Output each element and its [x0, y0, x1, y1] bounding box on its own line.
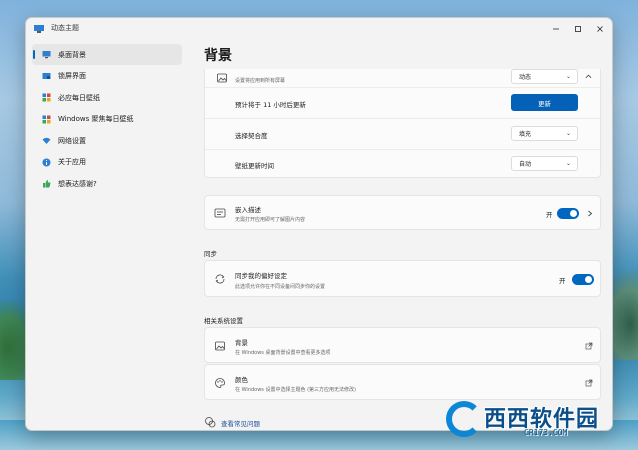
external-link-icon	[585, 342, 593, 350]
sidebar-item-label: 必应每日壁纸	[58, 93, 100, 102]
wifi-icon	[42, 137, 51, 144]
dropdown-value: 填充	[519, 131, 532, 138]
lock-screen-icon	[42, 72, 51, 79]
related-color-title: 颜色	[235, 376, 248, 384]
chevron-down-icon: ⌄	[565, 160, 571, 167]
sidebar-item-label: 锁屏界面	[58, 72, 86, 80]
sidebar-item-bing-wallpaper[interactable]: 必应每日壁纸	[32, 87, 182, 108]
sync-icon	[215, 274, 225, 284]
minimize-button[interactable]	[546, 21, 566, 37]
sidebar-item-spotlight-wallpaper[interactable]: Windows 聚焦每日壁纸	[32, 109, 182, 130]
embed-desc: 无需打开应用即可了解图片内容	[235, 217, 306, 223]
image-icon	[217, 73, 227, 83]
gallery-icon	[42, 115, 51, 123]
image-icon	[215, 341, 225, 351]
help-chat-icon	[205, 417, 216, 428]
caption-icon	[214, 208, 226, 218]
chevron-down-icon: ⌄	[565, 73, 571, 80]
thumbs-up-icon	[43, 179, 51, 188]
fit-row: 选择契合度 填充 ⌄	[205, 119, 600, 149]
embed-toggle-label: 开	[546, 211, 553, 219]
sidebar-item-about[interactable]: 关于应用	[32, 152, 182, 173]
watermark-subtext: CR173.COM	[524, 428, 568, 437]
related-color-desc: 在 Windows 设置中选择主题色 (第三方应用无法修改)	[235, 387, 356, 393]
chevron-down-icon: ⌄	[565, 130, 571, 137]
update-estimate-label: 预计将于 11 小时后更新	[235, 101, 306, 109]
fit-label: 选择契合度	[235, 132, 268, 140]
info-icon	[42, 158, 51, 166]
update-time-row: 壁纸更新时间 自动 ⌄	[205, 150, 600, 178]
sidebar-item-label: Windows 聚焦每日壁纸	[58, 115, 134, 123]
embed-title: 嵌入描述	[235, 206, 261, 214]
app-window: 动态主题 桌面背景 锁屏界面 必应每日壁纸 Windows 聚焦每日壁纸 网络设…	[25, 17, 613, 431]
main-content: 背景 设置将应用到所有屏幕 动态 ⌄ 预计将于 11 小时后更新 更新 选择契合…	[196, 42, 606, 430]
window-title: 动态主题	[51, 24, 79, 32]
watermark: 西西软件园 CR173.COM	[440, 395, 636, 447]
sidebar: 桌面背景 锁屏界面 必应每日壁纸 Windows 聚焦每日壁纸 网络设置 关于应…	[32, 44, 182, 195]
sync-section-label: 同步	[204, 250, 217, 258]
related-section-label: 相关系统设置	[204, 317, 243, 325]
sync-toggle[interactable]	[572, 274, 594, 285]
sidebar-item-lock-screen[interactable]: 锁屏界面	[32, 66, 182, 87]
related-background-desc: 在 Windows 桌面背景设置中查看更多选项	[235, 350, 331, 356]
maximize-button[interactable]	[568, 21, 588, 37]
monitor-icon	[42, 51, 51, 59]
sidebar-item-label: 桌面背景	[58, 50, 86, 59]
background-type-desc: 设置将应用到所有屏幕	[235, 78, 286, 84]
chevron-right-icon	[588, 210, 593, 217]
update-time-dropdown[interactable]: 自动 ⌄	[511, 156, 578, 171]
external-link-icon	[585, 379, 593, 387]
sidebar-item-label: 网络设置	[58, 136, 86, 145]
app-icon	[34, 25, 44, 33]
sidebar-item-label: 关于应用	[58, 158, 86, 166]
palette-icon	[215, 378, 225, 388]
title-bar[interactable]: 动态主题	[26, 18, 612, 40]
watermark-logo-icon	[446, 401, 482, 437]
related-background-link[interactable]: 背景 在 Windows 桌面背景设置中查看更多选项	[204, 327, 601, 363]
sync-desc: 此选项允许你在不同设备间同步你的设置	[235, 284, 326, 290]
embed-toggle[interactable]	[557, 208, 579, 219]
gallery-icon	[42, 93, 51, 102]
background-settings-card: 设置将应用到所有屏幕 动态 ⌄ 预计将于 11 小时后更新 更新 选择契合度 填…	[204, 56, 601, 178]
update-button[interactable]: 更新	[511, 94, 578, 111]
fit-dropdown[interactable]: 填充 ⌄	[511, 126, 578, 141]
maximize-icon	[575, 26, 581, 32]
sidebar-item-desktop-background[interactable]: 桌面背景	[32, 44, 182, 65]
chevron-up-icon[interactable]	[585, 73, 592, 80]
dropdown-value: 动态	[519, 74, 532, 81]
page-title: 背景	[204, 43, 604, 69]
close-button[interactable]	[590, 21, 610, 37]
sidebar-item-network[interactable]: 网络设置	[32, 130, 182, 151]
update-time-label: 壁纸更新时间	[235, 162, 274, 170]
sidebar-item-thanks[interactable]: 想表达感谢?	[32, 173, 182, 194]
minimize-icon	[553, 28, 559, 30]
faq-link[interactable]: 查看常见问题	[221, 418, 260, 428]
sync-toggle-label: 开	[559, 277, 566, 285]
embed-description-card[interactable]: 嵌入描述 无需打开应用即可了解图片内容 开	[204, 195, 601, 230]
sync-card: 同步我的偏好设定 此选项允许你在不同设备间同步你的设置 开	[204, 260, 601, 297]
dropdown-value: 自动	[519, 161, 532, 168]
related-background-title: 背景	[235, 339, 248, 347]
close-icon	[597, 26, 603, 32]
background-type-dropdown[interactable]: 动态 ⌄	[511, 69, 578, 84]
update-row: 预计将于 11 小时后更新 更新	[205, 88, 600, 118]
sync-title: 同步我的偏好设定	[235, 272, 287, 280]
sidebar-item-label: 想表达感谢?	[58, 179, 97, 188]
